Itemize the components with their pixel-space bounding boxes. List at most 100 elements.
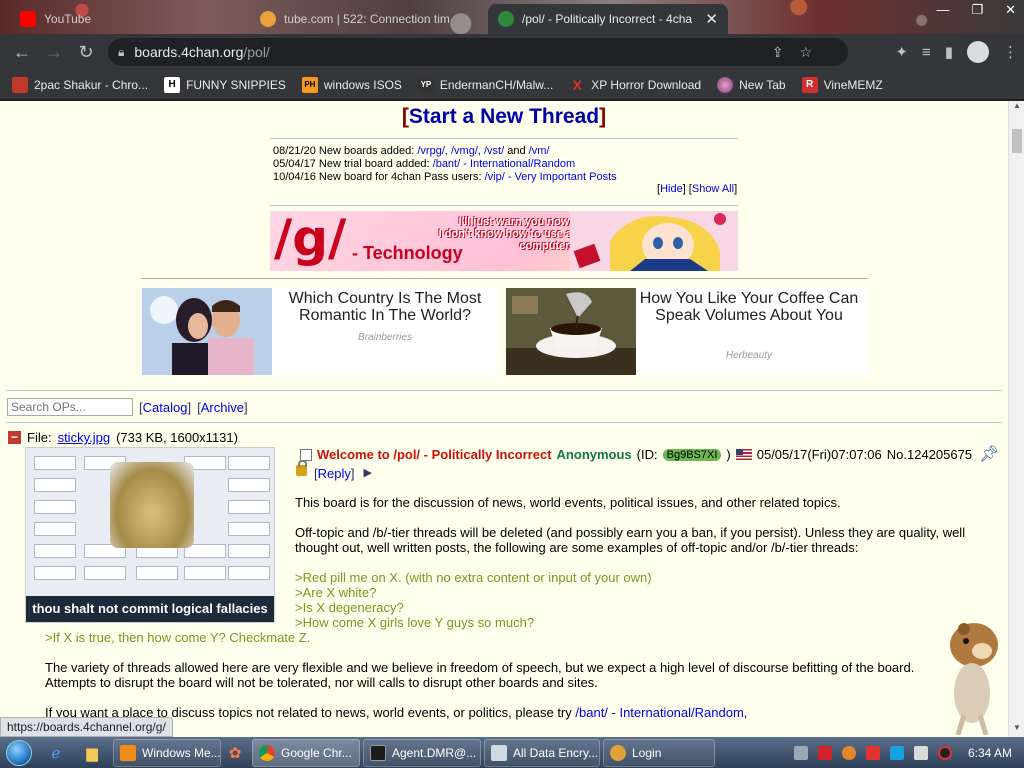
bracket-open: [: [401, 105, 409, 128]
bookmark-windows-isos[interactable]: PH windows ISOS: [301, 76, 402, 93]
post-paragraph: The variety of threads allowed here are …: [45, 660, 915, 690]
cloudflare-icon: [260, 11, 276, 27]
page-scrollbar[interactable]: ▲ ▼: [1008, 101, 1024, 737]
tab-title: YouTube: [44, 12, 92, 26]
close-tab-icon[interactable]: ✕: [705, 10, 718, 28]
bookmark-2pac[interactable]: 2pac Shakur - Chro...: [12, 76, 148, 93]
address-bar[interactable]: 🔒︎ boards.4chan.org/pol/ ⇪ ☆: [108, 38, 848, 66]
poster-id[interactable]: Bg9BS7XI: [662, 448, 722, 461]
profile-avatar[interactable]: [967, 41, 989, 63]
fallacy-cell: [136, 566, 178, 580]
volume-icon[interactable]: [913, 745, 928, 760]
bookmark-endermanch[interactable]: YP EndermanCH/Malw...: [417, 76, 553, 93]
back-icon[interactable]: ←: [6, 36, 38, 68]
banner-line: I don't know how to use a computer.: [438, 228, 572, 252]
reply-link[interactable]: [Reply]: [314, 466, 355, 481]
tab-pol[interactable]: /pol/ - Politically Incorrect - 4cha ✕: [488, 4, 728, 34]
menu-icon[interactable]: ⋮: [1003, 43, 1018, 61]
network-icon[interactable]: [889, 745, 904, 760]
archive-label[interactable]: Archive: [201, 400, 244, 415]
fallacy-cell: [228, 544, 270, 558]
media-queue-icon[interactable]: ≡: [922, 44, 931, 61]
ad-headline[interactable]: How You Like Your Coffee Can Speak Volum…: [638, 290, 860, 324]
fallacy-cell: [34, 500, 76, 514]
bant-link[interactable]: /bant/ - International/Random,: [575, 705, 747, 720]
window-controls: — ❐ ✕: [936, 2, 1016, 18]
restore-icon[interactable]: ❐: [971, 2, 983, 18]
show-all-news-link[interactable]: Show All: [692, 183, 734, 195]
sticky-pin-icon: 📌︎: [979, 446, 1000, 463]
forward-icon[interactable]: →: [38, 36, 70, 68]
news-link[interactable]: /bant/ - International/Random: [433, 158, 575, 170]
reload-icon[interactable]: ↻: [70, 36, 102, 68]
taskbar-item[interactable]: Login: [603, 738, 715, 767]
internet-explorer-icon[interactable]: ℯ: [38, 739, 74, 767]
minimize-icon[interactable]: —: [936, 2, 949, 18]
news-link[interactable]: /vip/ - Very Important Posts: [485, 171, 617, 183]
puzzle-icon: [12, 76, 28, 93]
youtube-icon: [20, 11, 36, 27]
post-paragraph: Off-topic and /b/-tier threads will be d…: [295, 525, 966, 555]
file-link[interactable]: sticky.jpg: [58, 430, 111, 445]
catalog-label[interactable]: Catalog: [143, 400, 188, 415]
link-status-bubble: https://boards.4channel.org/g/: [0, 717, 173, 737]
news-item: 10/04/16 New board for 4chan Pass users:…: [273, 171, 617, 184]
ad-card[interactable]: Which Country Is The Most Romantic In Th…: [142, 288, 498, 375]
hide-thread-icon[interactable]: −: [8, 431, 21, 444]
taskbar-item[interactable]: All Data Encry...: [484, 738, 600, 767]
taskbar-item[interactable]: Google Chr...: [252, 738, 360, 767]
bookmark-xp-horror[interactable]: X XP Horror Download: [569, 77, 702, 93]
post-menu-arrow-icon[interactable]: ▶: [364, 466, 372, 481]
fallacy-cell: [34, 522, 76, 536]
bookmark-label: windows ISOS: [323, 77, 402, 92]
scroll-thumb[interactable]: [1012, 129, 1022, 153]
news-link[interactable]: /vrpg/, /vmg/, /vst/: [417, 145, 504, 157]
extensions-icon[interactable]: ✦: [895, 43, 908, 61]
taskbar-clock[interactable]: 6:34 AM: [968, 746, 1012, 760]
search-tray-icon[interactable]: [841, 745, 856, 760]
post-checkbox[interactable]: [300, 448, 312, 461]
post-thumbnail[interactable]: thou shalt not commit logical fallacies: [25, 447, 275, 623]
greentext-line: >If X is true, then how come Y? Checkmat…: [45, 630, 311, 645]
start-thread-link[interactable]: Start a New Thread: [409, 105, 599, 128]
news-controls: [Hide] [Show All]: [657, 183, 738, 195]
taskbar-item[interactable]: Windows Me...: [113, 738, 221, 767]
news-text: and: [507, 145, 526, 157]
post-number[interactable]: No.124205675: [887, 447, 972, 462]
hamster-mascot-image: [950, 623, 998, 735]
scroll-down-icon[interactable]: ▼: [1009, 723, 1024, 737]
banner-caption: I'll just warn you now. I don't know how…: [396, 216, 572, 252]
antivirus-icon[interactable]: [817, 745, 832, 760]
winamp-icon[interactable]: ✿: [221, 739, 249, 767]
fallacy-cell: [34, 566, 76, 580]
news-link[interactable]: /vm/: [529, 145, 550, 157]
archive-link[interactable]: [Archive]: [197, 400, 248, 415]
file-explorer-icon[interactable]: ▆: [74, 739, 110, 767]
tab-connection-timeout[interactable]: tube.com | 522: Connection tim: [250, 4, 486, 34]
flag-icon[interactable]: [865, 745, 880, 760]
poster-name: Anonymous: [556, 447, 632, 462]
scroll-up-icon[interactable]: ▲: [1009, 101, 1024, 115]
bookmark-vinememz[interactable]: R VineMEMZ: [801, 76, 883, 93]
taskbar-item[interactable]: Agent.DMR@...: [363, 738, 481, 767]
board-banner[interactable]: /g/ - Technology I'll just warn you now.…: [270, 211, 738, 271]
post-message-continued: >If X is true, then how come Y? Checkmat…: [45, 630, 965, 735]
greentext-line: >How come X girls love Y guys so much?: [295, 615, 535, 630]
bookmark-star-icon[interactable]: ☆: [799, 44, 812, 61]
tray-app-icon[interactable]: [793, 745, 808, 760]
ad-headline[interactable]: Which Country Is The Most Romantic In Th…: [274, 290, 496, 324]
search-ops-input[interactable]: [7, 398, 133, 416]
start-button[interactable]: [0, 738, 38, 768]
hide-news-link[interactable]: Hide: [660, 183, 683, 195]
catalog-link[interactable]: [Catalog]: [139, 400, 191, 415]
share-icon[interactable]: ⇪: [772, 44, 784, 61]
record-icon[interactable]: [937, 745, 952, 760]
ad-card[interactable]: How You Like Your Coffee Can Speak Volum…: [506, 288, 868, 375]
bookmark-new-tab[interactable]: New Tab: [717, 76, 786, 93]
bookmark-funny-snippies[interactable]: H FUNNY SNIPPIES: [164, 76, 286, 93]
close-window-icon[interactable]: ✕: [1005, 2, 1016, 18]
tab-youtube[interactable]: YouTube: [10, 4, 250, 34]
post-message: This board is for the discussion of news…: [295, 495, 975, 630]
side-panel-icon[interactable]: ▮: [945, 43, 953, 61]
reply-label[interactable]: Reply: [318, 466, 351, 481]
